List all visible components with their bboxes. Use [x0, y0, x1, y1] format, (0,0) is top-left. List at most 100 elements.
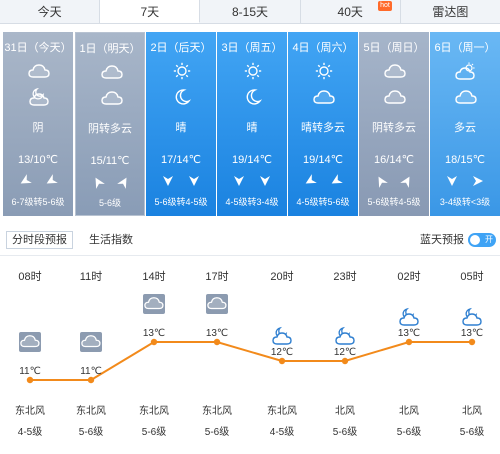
day-date: 6日（周一） [434, 42, 496, 54]
day-card[interactable]: 5日（周日） 阴转多云 16/14℃ 5-6级转4-5级 [359, 32, 429, 216]
hour-label: 23时 [333, 270, 356, 283]
temperature-label: 12℃ [271, 347, 293, 358]
wind-arrow-icon [378, 176, 388, 188]
moon-icon [246, 89, 263, 105]
day-card[interactable]: 2日（后天） 晴 17/14℃ 5-6级转4-5级 [146, 32, 216, 216]
day-card[interactable]: 1日（明天） 阴转多云 15/11℃ 5-6级 [75, 32, 145, 216]
day-weather: 多云 [454, 122, 476, 134]
day-temperature: 19/14℃ [303, 154, 343, 166]
blue-sky-toggle[interactable]: 开 [468, 233, 496, 247]
wind-level: 5-6级 [460, 426, 484, 438]
wind-direction-arrows [359, 175, 429, 189]
hour-label: 11时 [80, 270, 102, 283]
wind-arrow-icon [95, 177, 105, 189]
tab-8-15-days[interactable]: 8-15天 [200, 0, 301, 23]
cloud-moon-icon [399, 307, 419, 326]
wind-direction-arrows [76, 176, 144, 190]
cloud-moon-icon [272, 326, 292, 345]
day-date: 4日（周六） [292, 42, 354, 54]
toggle-text: 开 [485, 235, 493, 244]
wind-level: 4-5级 [270, 426, 294, 438]
day-weather: 阴 [32, 122, 44, 134]
wind-direction: 东北风 [139, 404, 169, 417]
wind-level: 5-6级 [79, 426, 103, 438]
day-temperature: 18/15℃ [445, 154, 485, 166]
temperature-label: 12℃ [334, 347, 356, 358]
day-temperature: 17/14℃ [161, 154, 201, 166]
day-card[interactable]: 31日（今天） 阴 13/10℃ 6-7级转5-6级 [3, 32, 73, 216]
day-date: 5日（周日） [363, 42, 425, 54]
wind-arrow-icon [260, 176, 270, 186]
day-card[interactable]: 3日（周五） 晴 19/14℃ 4-5级转3-4级 [217, 32, 287, 216]
temperature-label: 11℃ [19, 366, 41, 377]
tab-radar[interactable]: 雷达图 [401, 0, 500, 23]
temperature-label: 13℃ [143, 328, 165, 339]
hour-label: 14时 [142, 270, 165, 283]
day-temperature: 15/11℃ [90, 155, 130, 167]
hour-label: 17时 [205, 270, 228, 283]
wind-direction: 东北风 [15, 404, 45, 417]
sub-tabs-bar: 分时段预报 生活指数 蓝天预报 开 [0, 228, 500, 252]
tab-today[interactable]: 今天 [0, 0, 101, 23]
wind-level: 4-5级 [18, 426, 42, 438]
sun-icon [244, 62, 262, 80]
toggle-knob [470, 235, 480, 245]
day-card[interactable]: 6日（周一） 多云 18/15℃ 3-4级转<3级 [430, 32, 500, 216]
hour-label: 02时 [397, 270, 420, 283]
day-weather: 阴转多云 [372, 122, 416, 134]
day-date: 3日（周五） [221, 42, 283, 54]
wind-arrow-icon [117, 177, 127, 189]
day-temperature: 19/14℃ [232, 154, 272, 166]
wind-level: 5-6级 [205, 426, 229, 438]
cloud-icon [19, 332, 41, 352]
wind-arrow-icon [234, 176, 244, 186]
day-date: 31日（今天） [4, 42, 72, 54]
data-point [468, 338, 476, 346]
cloud-icon [384, 64, 406, 78]
day-weather: 晴 [175, 122, 187, 134]
day-wind-level: 3-4级转<3级 [439, 197, 491, 207]
cloud-moon-icon [335, 326, 355, 345]
temperature-label: 13℃ [398, 328, 420, 339]
day-temperature: 13/10℃ [18, 154, 58, 166]
daily-forecast: 31日（今天） 阴 13/10℃ 6-7级转5-6级 1日（明天） 阴转多云 1… [0, 32, 500, 216]
day-date: 1日（明天） [79, 43, 141, 55]
wind-level: 5-6级 [142, 426, 166, 438]
day-wind-level: 5-6级转4-5级 [367, 197, 421, 207]
tab-label: 今天 [37, 5, 62, 19]
temperature-label: 13℃ [461, 328, 483, 339]
temperature-label: 13℃ [206, 328, 228, 339]
sun-cloud-icon [455, 62, 475, 80]
wind-direction-arrows [146, 175, 216, 189]
day-card[interactable]: 4日（周六） 晴转多云 19/14℃ 4-5级转5-6级 [288, 32, 358, 216]
moon-icon [175, 89, 192, 105]
wind-direction: 北风 [399, 405, 419, 417]
tab-7-days[interactable]: 7天 [100, 0, 201, 23]
wind-arrow-icon [189, 176, 199, 186]
cloud-icon [101, 91, 123, 105]
wind-direction-arrows [430, 175, 500, 189]
hot-badge: hot [378, 1, 392, 11]
hour-label: 20时 [270, 270, 293, 283]
cloud-icon [455, 90, 477, 104]
data-point [150, 338, 158, 346]
day-wind-level: 6-7级转5-6级 [11, 197, 65, 207]
cloud-icon [384, 90, 406, 104]
temperature-label: 11℃ [80, 366, 102, 377]
wind-direction: 东北风 [202, 404, 232, 417]
day-wind-level: 5-6级 [98, 198, 121, 208]
blue-sky-label: 蓝天预报 [420, 234, 464, 246]
tab-life-index[interactable]: 生活指数 [89, 231, 133, 249]
data-point [341, 357, 349, 365]
range-tabs: 今天 7天 8-15天 40天 hot 雷达图 [0, 0, 500, 24]
sun-icon [173, 62, 191, 80]
sun-icon [315, 62, 333, 80]
tab-label: 雷达图 [432, 5, 469, 19]
tab-hourly-forecast[interactable]: 分时段预报 [6, 231, 73, 249]
tab-label: 8-15天 [231, 5, 269, 19]
cloud-icon [313, 90, 335, 104]
wind-direction: 东北风 [76, 404, 106, 417]
tab-label: 7天 [140, 5, 160, 19]
tab-40-days[interactable]: 40天 hot [301, 0, 401, 23]
data-point [405, 338, 413, 346]
